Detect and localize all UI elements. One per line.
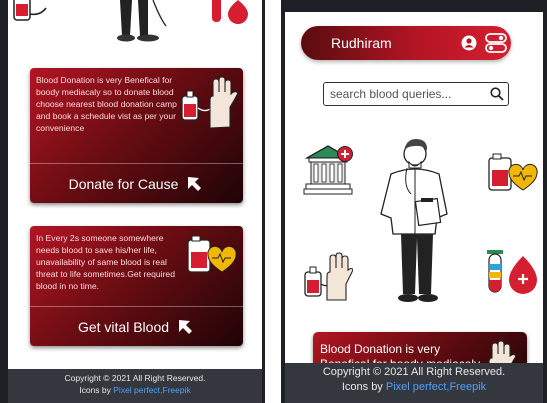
- get-vital-blood-button[interactable]: Get vital Blood: [30, 308, 243, 346]
- footer-copyright: Copyright © 2021 All Right Reserved.: [64, 373, 206, 383]
- footer-credits-prefix: Icons by: [341, 381, 383, 393]
- doctor-illustration: [380, 139, 448, 302]
- card-preview-text-line1: Blood Donation is very: [320, 342, 441, 356]
- doctor-illustration: [117, 0, 167, 42]
- card-divider: [30, 306, 243, 307]
- test-tubes-drop-icon: [487, 250, 537, 294]
- blood-bag-heart-icon: [488, 153, 538, 191]
- donate-card: Blood Donation is very Benefical for boo…: [30, 68, 243, 203]
- footer-credits: Icons by Pixel perfect,Freepik: [285, 378, 543, 393]
- blood-bag-heart-icon: [187, 235, 237, 273]
- left-phone-screen: Blood Donation is very Benefical for boo…: [0, 0, 265, 403]
- hand-blood-donation-icon: [181, 76, 239, 129]
- donate-for-cause-button[interactable]: Donate for Cause: [30, 165, 243, 203]
- footer-credits-link[interactable]: Pixel perfect,Freepik: [386, 381, 486, 393]
- footer: Copyright © 2021 All Right Reserved. Ico…: [285, 363, 543, 403]
- vital-blood-card: In Every 2s someone somewhere needs bloo…: [30, 226, 243, 346]
- hospital-icon: [303, 145, 353, 195]
- user-icon[interactable]: [461, 35, 477, 51]
- toggle-icon[interactable]: [485, 32, 509, 54]
- search-icon[interactable]: [490, 87, 504, 101]
- test-tubes-drop-icon: [212, 0, 248, 24]
- vital-blood-button-label: Get vital Blood: [77, 319, 170, 335]
- blood-bag-icon: [13, 0, 47, 21]
- cursor-arrow-icon: [188, 177, 202, 191]
- donate-button-label: Donate for Cause: [68, 176, 179, 192]
- footer-copyright: Copyright © 2021 All Right Reserved.: [322, 366, 506, 378]
- footer-credits-link[interactable]: Pixel perfect,Freepik: [113, 385, 190, 395]
- footer-credits: Icons by Pixel perfect,Freepik: [8, 383, 262, 395]
- card-divider: [30, 163, 243, 164]
- search-input[interactable]: [330, 86, 480, 102]
- cursor-arrow-icon: [179, 320, 193, 334]
- search-bar: [323, 82, 509, 106]
- navbar: Rudhiram: [301, 26, 511, 60]
- footer-credits-prefix: Icons by: [79, 385, 111, 395]
- right-phone-screen: Rudhiram search blood queries... Blood D…: [281, 0, 547, 403]
- hand-blood-donation-icon: [304, 252, 353, 301]
- donate-card-text: Blood Donation is very Benefical for boo…: [36, 75, 177, 133]
- footer: Copyright © 2021 All Right Reserved. Ico…: [8, 369, 262, 403]
- brand-name[interactable]: Rudhiram: [331, 35, 392, 51]
- vital-blood-card-text: In Every 2s someone somewhere needs bloo…: [36, 233, 175, 291]
